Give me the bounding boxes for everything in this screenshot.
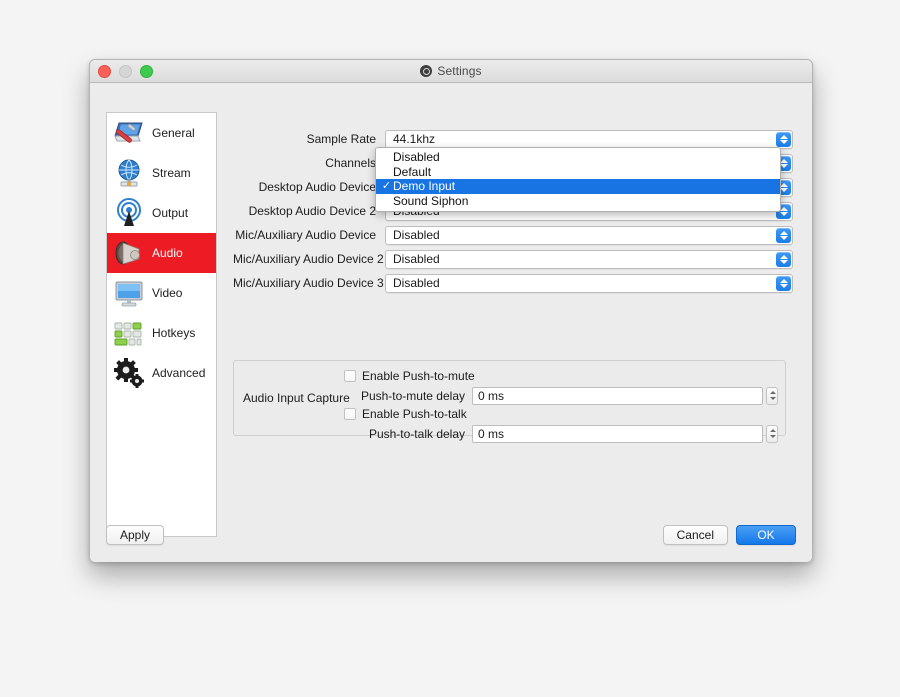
field-label: Mic/Auxiliary Audio Device 3 [233,276,384,290]
sidebar-item-label: Audio [152,246,183,260]
dropdown-option-selected[interactable]: ✓ Demo Input [376,179,780,194]
sidebar-item-output[interactable]: Output [107,193,216,233]
mic-aux-audio-device-3-combo[interactable]: Disabled [385,273,793,293]
stream-icon [118,159,140,187]
sidebar-item-advanced[interactable]: Advanced [107,353,216,393]
sidebar-item-stream[interactable]: Stream [107,153,216,193]
general-icon [114,122,143,143]
sidebar-item-label: Video [152,286,183,300]
audio-icon [115,241,140,265]
advanced-icon [114,358,144,388]
mic-aux-audio-device-combo[interactable]: Disabled [385,225,793,245]
combo-value: Disabled [393,252,440,266]
form-row-mic-aux-audio-device: Mic/Auxiliary Audio Device Disabled [233,223,793,247]
push-to-talk-row: Enable Push-to-talk [344,406,778,422]
device-dropdown-popup: Disabled Default ✓ Demo Input Sound Siph… [375,147,781,212]
obs-icon [420,65,433,77]
dropdown-option-label: Sound Siphon [393,193,469,208]
footer-right: Cancel OK [662,525,796,545]
ok-button[interactable]: OK [736,525,796,545]
field-label: Push-to-talk delay [368,426,465,441]
field-label: Mic/Auxiliary Audio Device [235,228,376,242]
push-to-mute-delay-spinner: 0 ms [472,386,778,405]
push-to-talk-delay-row: Push-to-talk delay 0 ms [344,423,778,444]
hotkeys-icon [114,322,142,346]
checkbox-label: Enable Push-to-talk [362,407,467,421]
sidebar-item-label: Stream [152,166,191,180]
push-to-talk-delay-input[interactable]: 0 ms [472,424,763,443]
push-to-mute-row: Enable Push-to-mute [344,368,778,384]
combo-value: Disabled [393,228,440,242]
cancel-button[interactable]: Cancel [662,525,728,545]
group-content: Enable Push-to-mute Push-to-mute delay 0… [344,368,778,444]
combo-value: 44.1khz [393,132,436,146]
sample-rate-combo[interactable]: 44.1khz [385,129,793,149]
form-row-mic-aux-audio-device-3: Mic/Auxiliary Audio Device 3 Disabled [233,271,793,295]
push-to-mute-delay-input[interactable]: 0 ms [472,386,763,405]
stepper-updown-icon[interactable] [766,424,778,443]
push-to-mute-delay-row: Push-to-mute delay 0 ms [344,385,778,406]
sidebar-item-label: Hotkeys [152,326,196,340]
field-label: Desktop Audio Device 2 [248,204,376,218]
sidebar-item-audio[interactable]: Audio [107,233,216,273]
chevron-updown-icon[interactable] [776,227,791,243]
window-title: Settings [437,64,482,78]
settings-window: Settings General Stream Output Audio Vid… [89,59,813,562]
audio-input-capture-group: Audio Input Capture Enable Push-to-mute … [233,360,786,443]
group-label: Audio Input Capture [243,391,350,405]
field-label: Sample Rate [306,132,376,146]
enable-push-to-mute-checkbox[interactable] [344,370,356,382]
window-title-group: Settings [90,60,812,82]
dropdown-option-label: Default [393,164,432,179]
dropdown-option[interactable]: Sound Siphon [376,194,780,209]
chevron-updown-icon[interactable] [776,131,791,147]
push-to-talk-delay-spinner: 0 ms [472,424,778,443]
chevron-updown-icon[interactable] [776,251,791,267]
enable-push-to-talk-checkbox[interactable] [344,408,356,420]
dropdown-option[interactable]: Default [376,165,780,180]
field-label: Desktop Audio Device [258,180,376,194]
footer-left: Apply [106,525,165,545]
check-icon: ✓ [381,179,392,192]
sidebar-item-video[interactable]: Video [107,273,216,313]
field-label: Channels [325,156,376,170]
video-icon [115,281,143,307]
mic-aux-audio-device-2-combo[interactable]: Disabled [385,249,793,269]
dropdown-option[interactable]: Disabled [376,150,780,165]
window-body: General Stream Output Audio Video Hotkey… [90,83,812,562]
stepper-updown-icon[interactable] [766,386,778,405]
combo-value: Disabled [393,276,440,290]
title-bar[interactable]: Settings [90,60,812,83]
dropdown-option-label: Demo Input [393,179,456,194]
field-label: Mic/Auxiliary Audio Device 2 [233,252,384,266]
field-label: Push-to-mute delay [360,388,465,403]
dropdown-option-label: Disabled [393,150,440,165]
sidebar-item-label: General [152,126,195,140]
apply-button[interactable]: Apply [106,525,165,545]
settings-sidebar: General Stream Output Audio Video Hotkey… [106,112,217,537]
output-icon [117,198,141,226]
sidebar-item-label: Output [152,206,189,220]
chevron-updown-icon[interactable] [776,275,791,291]
sidebar-item-hotkeys[interactable]: Hotkeys [107,313,216,353]
checkbox-label: Enable Push-to-mute [362,369,475,383]
sidebar-item-general[interactable]: General [107,113,216,153]
sidebar-item-label: Advanced [152,366,206,380]
form-row-mic-aux-audio-device-2: Mic/Auxiliary Audio Device 2 Disabled [233,247,793,271]
